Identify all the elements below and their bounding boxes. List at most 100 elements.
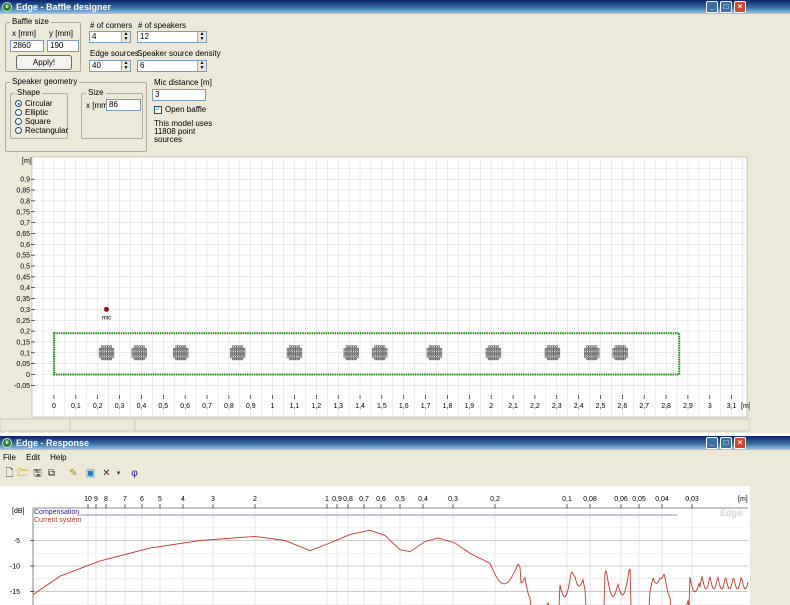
open-baffle-label: Open baffle	[165, 105, 207, 114]
watermark: Edge	[720, 508, 742, 518]
top-tick-label: 2	[253, 496, 257, 503]
source-density-label: Speaker source density	[137, 49, 221, 58]
x-tick-label: 0	[52, 403, 56, 410]
minimize-icon[interactable]: _	[706, 437, 718, 449]
copy-icon[interactable]: ⧉	[45, 467, 58, 480]
y-tick-label: 0,25	[16, 318, 30, 325]
dropdown-icon[interactable]: ▾	[112, 467, 125, 480]
y-tick-label: 0,2	[20, 329, 30, 336]
source-density-spinner[interactable]: 6 ▲ ▼	[137, 60, 207, 72]
y-tick-label: 0,05	[16, 361, 30, 368]
phi-icon[interactable]: φ	[128, 467, 141, 480]
x-tick-label: 1,7	[421, 403, 431, 410]
baffle-window-titlebar[interactable]: e Edge - Baffle designer _ □ ×	[0, 0, 790, 14]
app-icon: e	[2, 2, 12, 12]
menu-help[interactable]: Help	[50, 453, 66, 462]
maximize-icon[interactable]: □	[720, 437, 732, 449]
y-tick-label: -0,05	[14, 383, 30, 390]
menu-file[interactable]: File	[3, 453, 16, 462]
radio-icon[interactable]	[15, 109, 22, 116]
app-icon: e	[2, 438, 12, 448]
image-icon[interactable]: ▣	[84, 467, 97, 480]
speakers-value: 12	[140, 32, 149, 41]
top-tick-label: 0,9	[332, 496, 342, 503]
top-tick-label: 0,04	[655, 496, 669, 503]
spinner-arrows-icon[interactable]: ▲ ▼	[121, 32, 130, 42]
baffle-designer-window: e Edge - Baffle designer _ □ × Baffle si…	[0, 0, 790, 433]
radio-icon[interactable]	[15, 118, 22, 125]
top-tick-label: 0,7	[359, 496, 369, 503]
speaker-geometry-label: Speaker geometry	[10, 77, 80, 87]
x-tick-label: 1,1	[290, 403, 300, 410]
top-tick-label: 1	[325, 496, 329, 503]
open-baffle-checkbox[interactable]: ✓ Open baffle	[154, 105, 206, 115]
speakers-spinner[interactable]: 12 ▲ ▼	[137, 31, 207, 43]
top-tick-label: 8	[104, 496, 108, 503]
baffle-y-input[interactable]: 190	[47, 40, 79, 52]
x-tick-label: 1,4	[355, 403, 365, 410]
top-tick-label: 0,03	[685, 496, 699, 503]
top-tick-label: 0,06	[614, 496, 628, 503]
y-tick-label: 0,75	[16, 209, 30, 216]
corners-spinner[interactable]: 4 ▲ ▼	[89, 31, 131, 43]
mic-distance-input[interactable]: 3	[152, 89, 206, 101]
size-x-input[interactable]: 86	[106, 99, 141, 111]
legend-entry: Current system	[34, 517, 82, 524]
x-tick-label: 0,7	[202, 403, 212, 410]
x-tick-label: 1	[271, 403, 275, 410]
plot-background	[0, 486, 750, 605]
shape-radio-rectangular[interactable]: Rectangular	[15, 126, 68, 135]
x-tick-label: 2,4	[574, 403, 584, 410]
y-tick-label: 0,6	[20, 242, 30, 249]
shape-group: Shape Circular Elliptic Square Rectangul…	[10, 88, 68, 139]
open-icon[interactable]: 🗁	[17, 467, 30, 480]
close-icon[interactable]: ×	[734, 1, 746, 13]
y-tick-label: 0,45	[16, 274, 30, 281]
shape-radio-circular[interactable]: Circular	[15, 99, 53, 108]
mic-marker	[103, 306, 109, 312]
x-tick-label: 3	[708, 403, 712, 410]
baffle-layout-plot[interactable]: 0,9 0,85 0,8 0,75 0,7 0,65 0,6 0,55 0,5 0,45 0,4 0,…	[0, 155, 750, 433]
y-tick-label: 0	[26, 372, 30, 379]
baffle-x-label: x [mm]	[12, 29, 36, 38]
source-density-value: 6	[140, 61, 145, 70]
radio-selected-icon[interactable]	[15, 100, 22, 107]
y-tick-label: 0,4	[20, 285, 30, 292]
menu-bar: File Edit Help	[3, 453, 75, 463]
top-tick-label: 3	[211, 496, 215, 503]
edge-sources-spinner[interactable]: 40 ▲ ▼	[89, 60, 131, 72]
spinner-arrows-icon[interactable]: ▲ ▼	[121, 61, 130, 71]
new-icon[interactable]: 🗋	[3, 467, 16, 480]
x-tick-label: 0,8	[224, 403, 234, 410]
radio-icon[interactable]	[15, 127, 22, 134]
x-tick-label: 3,1	[727, 403, 737, 410]
x-unit-label: [m]	[741, 403, 750, 410]
spinner-arrows-icon[interactable]: ▲ ▼	[197, 61, 206, 71]
corners-label: # of corners	[90, 21, 133, 30]
baffle-size-label: Baffle size	[10, 17, 51, 27]
size-label: Size	[86, 88, 106, 98]
shape-radio-elliptic[interactable]: Elliptic	[15, 108, 48, 117]
edit-icon[interactable]: ✎	[67, 467, 80, 480]
spinner-arrows-icon[interactable]: ▲ ▼	[197, 32, 206, 42]
response-plot[interactable]: 10 9 8 7 6 5 4 3 2 1 0,9 0,8 0,7 0,6 0,5 0,4 0,3 0,2 0,1 0,…	[0, 486, 750, 605]
close-icon[interactable]: ×	[734, 437, 746, 449]
apply-button[interactable]: Apply!	[16, 55, 72, 70]
menu-edit[interactable]: Edit	[26, 453, 40, 462]
maximize-icon[interactable]: □	[720, 1, 732, 13]
mic-distance-label: Mic distance [m]	[154, 78, 212, 87]
baffle-y-label: y [mm]	[49, 29, 73, 38]
checkmark-icon[interactable]: ✓	[154, 106, 162, 114]
x-tick-label: 0,1	[71, 403, 81, 410]
baffle-x-input[interactable]: 2860	[10, 40, 44, 52]
y-tick-label: 0,65	[16, 231, 30, 238]
x-tick-label: 0,6	[180, 403, 190, 410]
x-tick-label: 1,8	[443, 403, 453, 410]
y-tick-label: 0,35	[16, 296, 30, 303]
x-tick-label: 2	[489, 403, 493, 410]
x-tick-label: 0,4	[137, 403, 147, 410]
shape-radio-square[interactable]: Square	[15, 117, 51, 126]
response-window-titlebar[interactable]: e Edge - Response _ □ ×	[0, 436, 790, 450]
save-icon[interactable]: 🖫	[31, 467, 44, 480]
minimize-icon[interactable]: _	[706, 1, 718, 13]
